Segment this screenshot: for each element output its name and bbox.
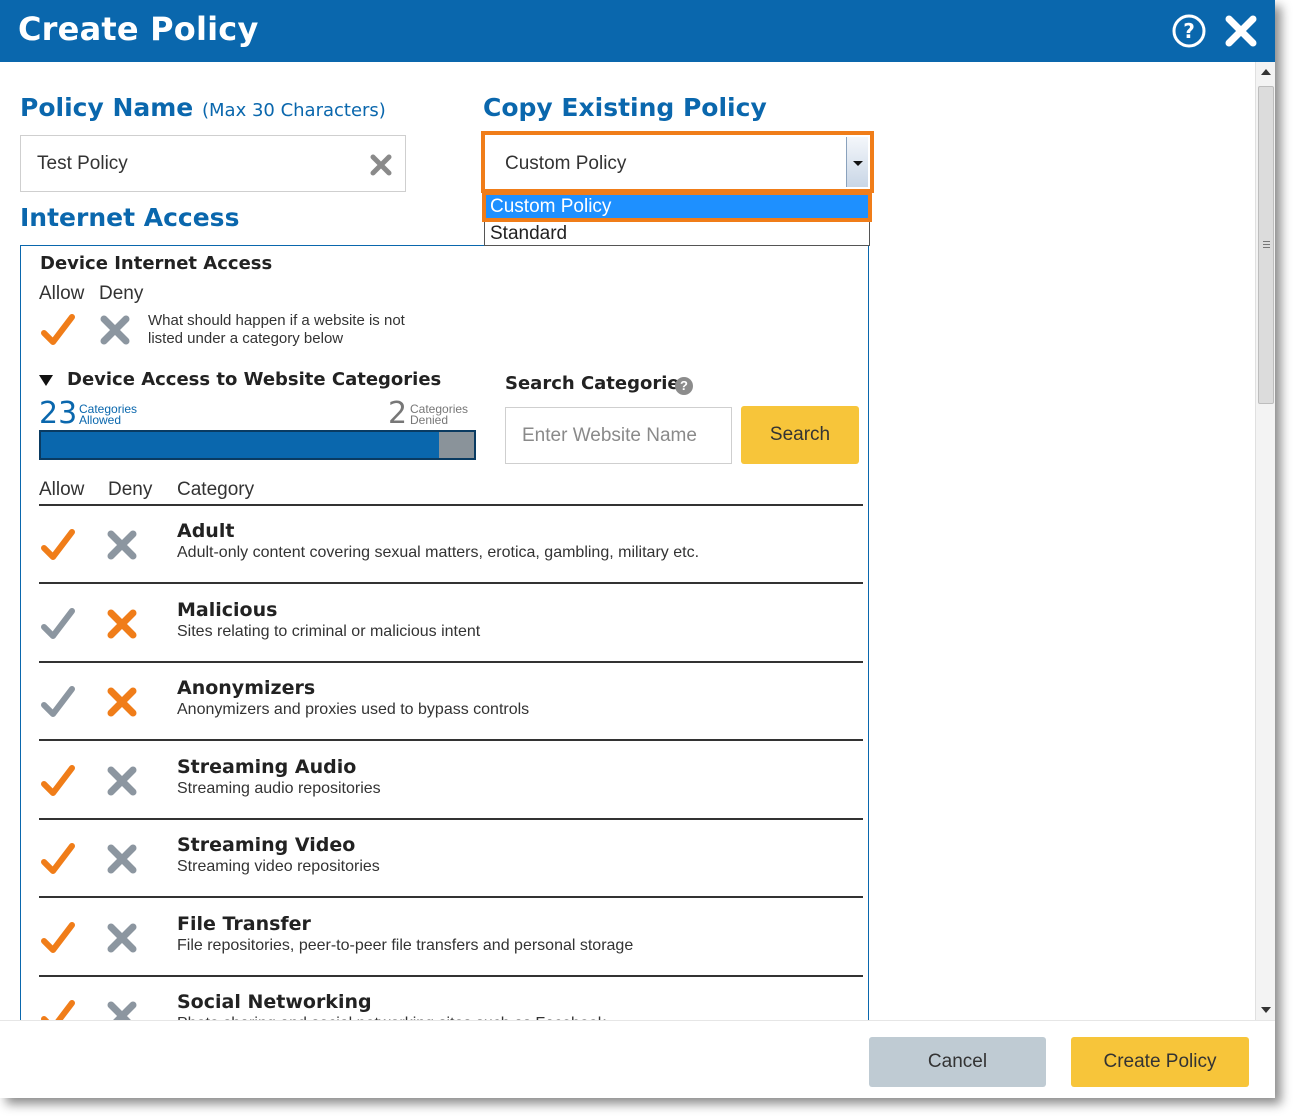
scroll-down-icon[interactable] — [1261, 1007, 1271, 1013]
policy-name-label: Policy Name (Max 30 Characters) — [20, 93, 386, 122]
internet-access-label: Internet Access — [20, 203, 240, 232]
allowed-progress-bar — [39, 430, 476, 460]
grip-icon — [1263, 241, 1270, 242]
chevron-down-icon[interactable] — [846, 137, 868, 187]
copy-policy-options: Custom Policy Standard — [482, 191, 872, 246]
option-custom-policy[interactable]: Custom Policy — [482, 191, 872, 222]
allow-check-icon[interactable] — [41, 313, 75, 347]
deny-x-icon[interactable] — [98, 313, 132, 347]
dialog-content: Policy Name (Max 30 Characters) Test Pol… — [0, 62, 1255, 1020]
category-description: Adult-only content covering sexual matte… — [177, 544, 700, 561]
category-name: File Transfer — [177, 912, 311, 935]
device-access-title: Device Internet Access — [40, 253, 273, 274]
collapse-triangle-icon[interactable] — [39, 375, 53, 386]
allow-check-icon[interactable] — [41, 685, 75, 719]
vertical-scrollbar[interactable] — [1255, 62, 1275, 1020]
allowed-progress-fill — [41, 432, 440, 458]
category-name: Adult — [177, 520, 235, 542]
copy-policy-selected[interactable]: Custom Policy — [505, 153, 626, 175]
policy-name-hint: (Max 30 Characters) — [201, 100, 386, 121]
search-categories-label: Search Categories — [505, 373, 691, 394]
allow-check-icon[interactable] — [41, 764, 75, 798]
category-row: Streaming Video Streaming video repositor… — [39, 820, 863, 898]
scroll-up-icon[interactable] — [1261, 69, 1271, 75]
category-name: Anonymizers — [177, 677, 316, 699]
allow-check-icon[interactable] — [41, 607, 75, 641]
create-policy-dialog: Create Policy ? Policy Name (Max 30 Char… — [0, 0, 1275, 1098]
help-circle-icon[interactable]: ? — [1171, 13, 1207, 49]
allow-check-icon[interactable] — [41, 999, 75, 1020]
policy-name-value[interactable]: Test Policy — [37, 153, 128, 175]
category-name: Social Networking — [177, 991, 372, 1013]
allowed-label-2: Allowed — [79, 413, 122, 427]
category-description: Streaming audio repositories — [177, 779, 381, 797]
deny-x-icon[interactable] — [105, 842, 139, 876]
copy-policy-label: Copy Existing Policy — [483, 93, 767, 122]
allow-check-icon[interactable] — [41, 921, 75, 955]
internet-access-panel: Device Internet Access Allow Deny What s… — [20, 245, 869, 1020]
category-row: File Transfer File repositories, peer-to-… — [39, 899, 863, 977]
category-row: Malicious Sites relating to criminal or m… — [39, 585, 863, 663]
denied-label-2: Denied — [410, 413, 449, 427]
search-button[interactable]: Search — [741, 406, 859, 464]
deny-x-icon[interactable] — [105, 764, 139, 798]
option-standard[interactable]: Standard — [485, 221, 869, 246]
deny-x-icon[interactable] — [105, 528, 139, 562]
dialog-title: Create Policy — [18, 10, 259, 48]
dialog-titlebar: Create Policy ? — [0, 0, 1275, 62]
svg-text:?: ? — [1183, 19, 1195, 43]
device-access-note: What should happen if a website is not l… — [148, 312, 405, 347]
category-row: Social NetworkingPhoto sharing and socia… — [39, 977, 863, 1020]
copy-policy-select[interactable]: Custom Policy — [481, 131, 874, 193]
device-allow-header: Allow — [39, 283, 85, 304]
allowed-count: 23 — [39, 396, 78, 431]
category-description: File repositories, peer-to-peer file tra… — [177, 936, 634, 954]
deny-x-icon[interactable] — [105, 607, 139, 641]
category-name: Streaming Audio — [177, 755, 357, 778]
policy-name-field[interactable]: Test Policy — [20, 135, 406, 192]
scrollbar-thumb[interactable] — [1258, 86, 1274, 404]
deny-x-icon[interactable] — [105, 685, 139, 719]
dialog-footer: Cancel Create Policy — [0, 1020, 1275, 1098]
allow-check-icon[interactable] — [41, 528, 75, 562]
category-row: Adult Adult-only content covering sexual … — [39, 506, 863, 584]
category-description: Streaming video repositories — [177, 858, 380, 875]
clear-x-icon[interactable] — [369, 153, 393, 177]
col-deny-header: Deny — [108, 479, 153, 500]
close-icon[interactable] — [1223, 13, 1259, 49]
denied-count: 2 — [388, 396, 408, 431]
col-allow-header: Allow — [39, 479, 85, 500]
policy-name-label-text: Policy Name — [20, 93, 194, 122]
search-website-input[interactable] — [505, 407, 732, 464]
category-row: Anonymizers Anonymizers and proxies used … — [39, 663, 863, 741]
allow-check-icon[interactable] — [41, 842, 75, 876]
col-category-header: Category — [177, 479, 255, 500]
category-description: Sites relating to criminal or malicious … — [177, 622, 481, 640]
category-name: Malicious — [177, 598, 278, 621]
help-question-icon[interactable]: ? — [675, 377, 693, 395]
deny-x-icon[interactable] — [105, 999, 139, 1020]
deny-x-icon[interactable] — [105, 921, 139, 955]
categories-section-title: Device Access to Website Categories — [67, 369, 442, 390]
device-deny-header: Deny — [99, 283, 144, 304]
category-description: Anonymizers and proxies used to bypass c… — [177, 701, 530, 718]
create-policy-button[interactable]: Create Policy — [1071, 1037, 1249, 1087]
cancel-button[interactable]: Cancel — [869, 1037, 1046, 1087]
category-name: Streaming Video — [177, 834, 356, 856]
category-row: Streaming Audio Streaming audio repositor… — [39, 742, 863, 820]
